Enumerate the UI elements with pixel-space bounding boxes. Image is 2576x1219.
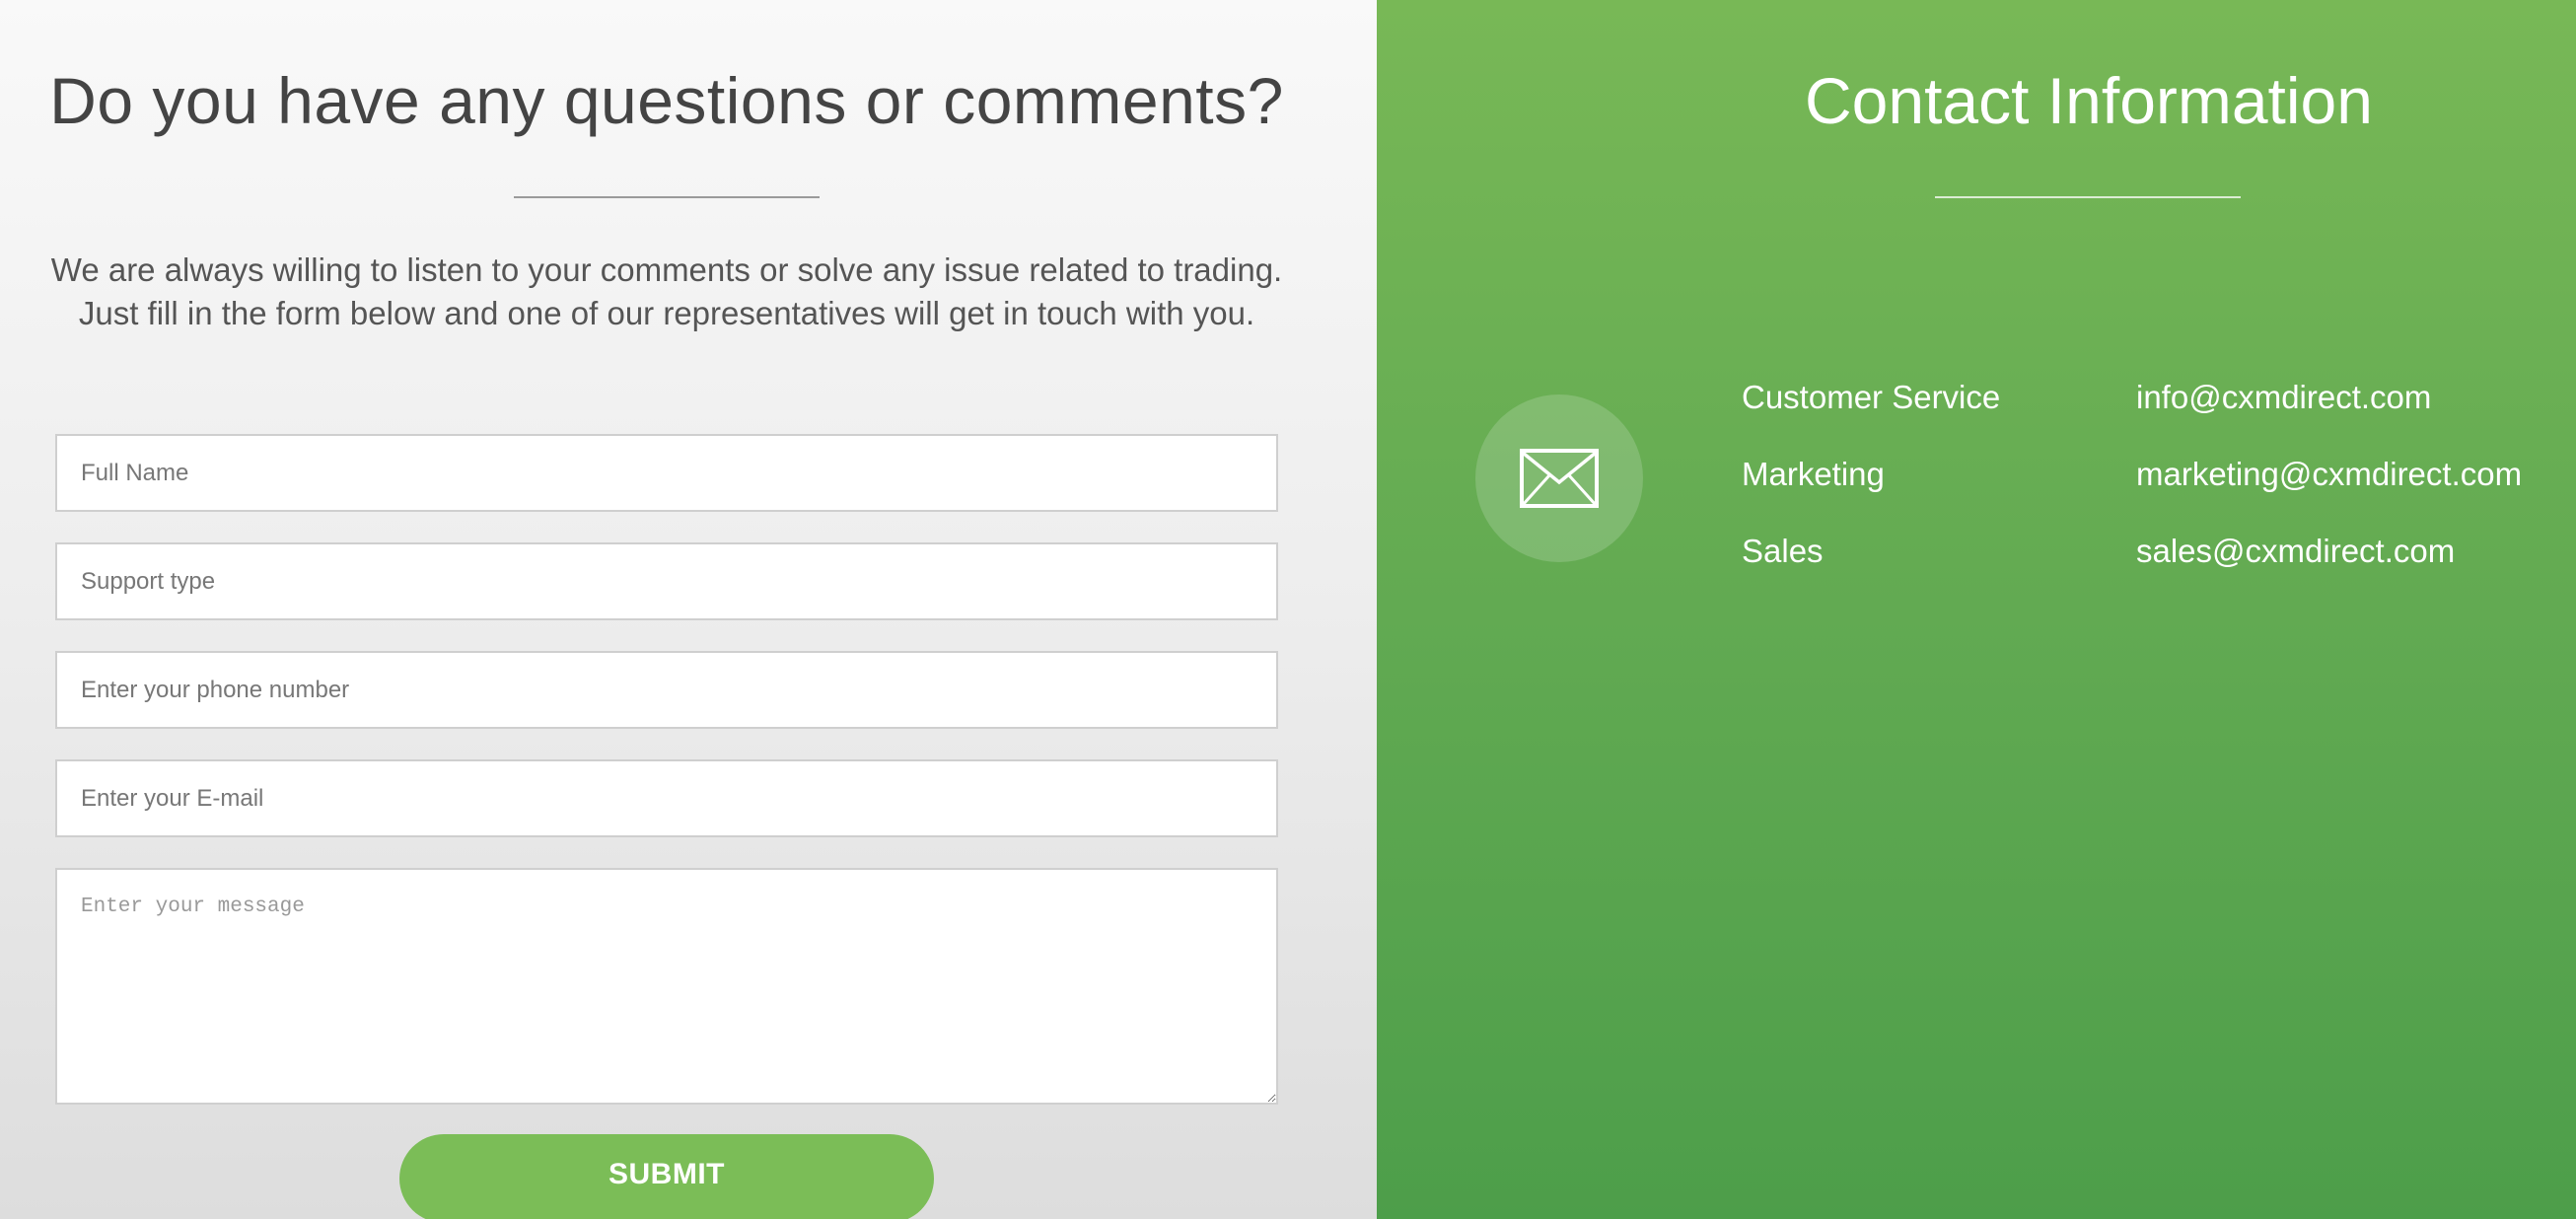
submit-button[interactable]: SUBMIT [399, 1134, 934, 1219]
contact-title: Contact Information [1805, 64, 2373, 137]
full-name-input[interactable] [55, 434, 1278, 512]
contact-email-link[interactable]: sales@cxmdirect.com [2136, 533, 2455, 570]
message-textarea[interactable] [55, 868, 1278, 1105]
questions-title: Do you have any questions or comments? [49, 64, 1284, 137]
support-type-input[interactable] [55, 542, 1278, 620]
contact-label: Marketing [1742, 456, 1885, 492]
contact-label: Customer Service [1742, 379, 2001, 415]
contact-page: Do you have any questions or comments? W… [0, 0, 2576, 1219]
envelope-icon-graphic [1520, 449, 1599, 508]
questions-panel: Do you have any questions or comments? W… [0, 0, 1377, 1219]
contact-email-link[interactable]: marketing@cxmdirect.com [2136, 456, 2522, 493]
title-divider [514, 196, 820, 198]
phone-input[interactable] [55, 651, 1278, 729]
contact-title-divider [1935, 196, 2241, 198]
email-input[interactable] [55, 759, 1278, 837]
contact-panel: Contact Information Customer Service inf… [1377, 0, 2576, 1219]
envelope-icon [1475, 394, 1643, 562]
contact-label: Sales [1742, 533, 1824, 569]
contact-email-link[interactable]: info@cxmdirect.com [2136, 379, 2431, 416]
intro-text: We are always willing to listen to your … [39, 249, 1294, 335]
intro-line-2: Just fill in the form below and one of o… [78, 295, 1255, 331]
intro-line-1: We are always willing to listen to your … [50, 251, 1283, 288]
